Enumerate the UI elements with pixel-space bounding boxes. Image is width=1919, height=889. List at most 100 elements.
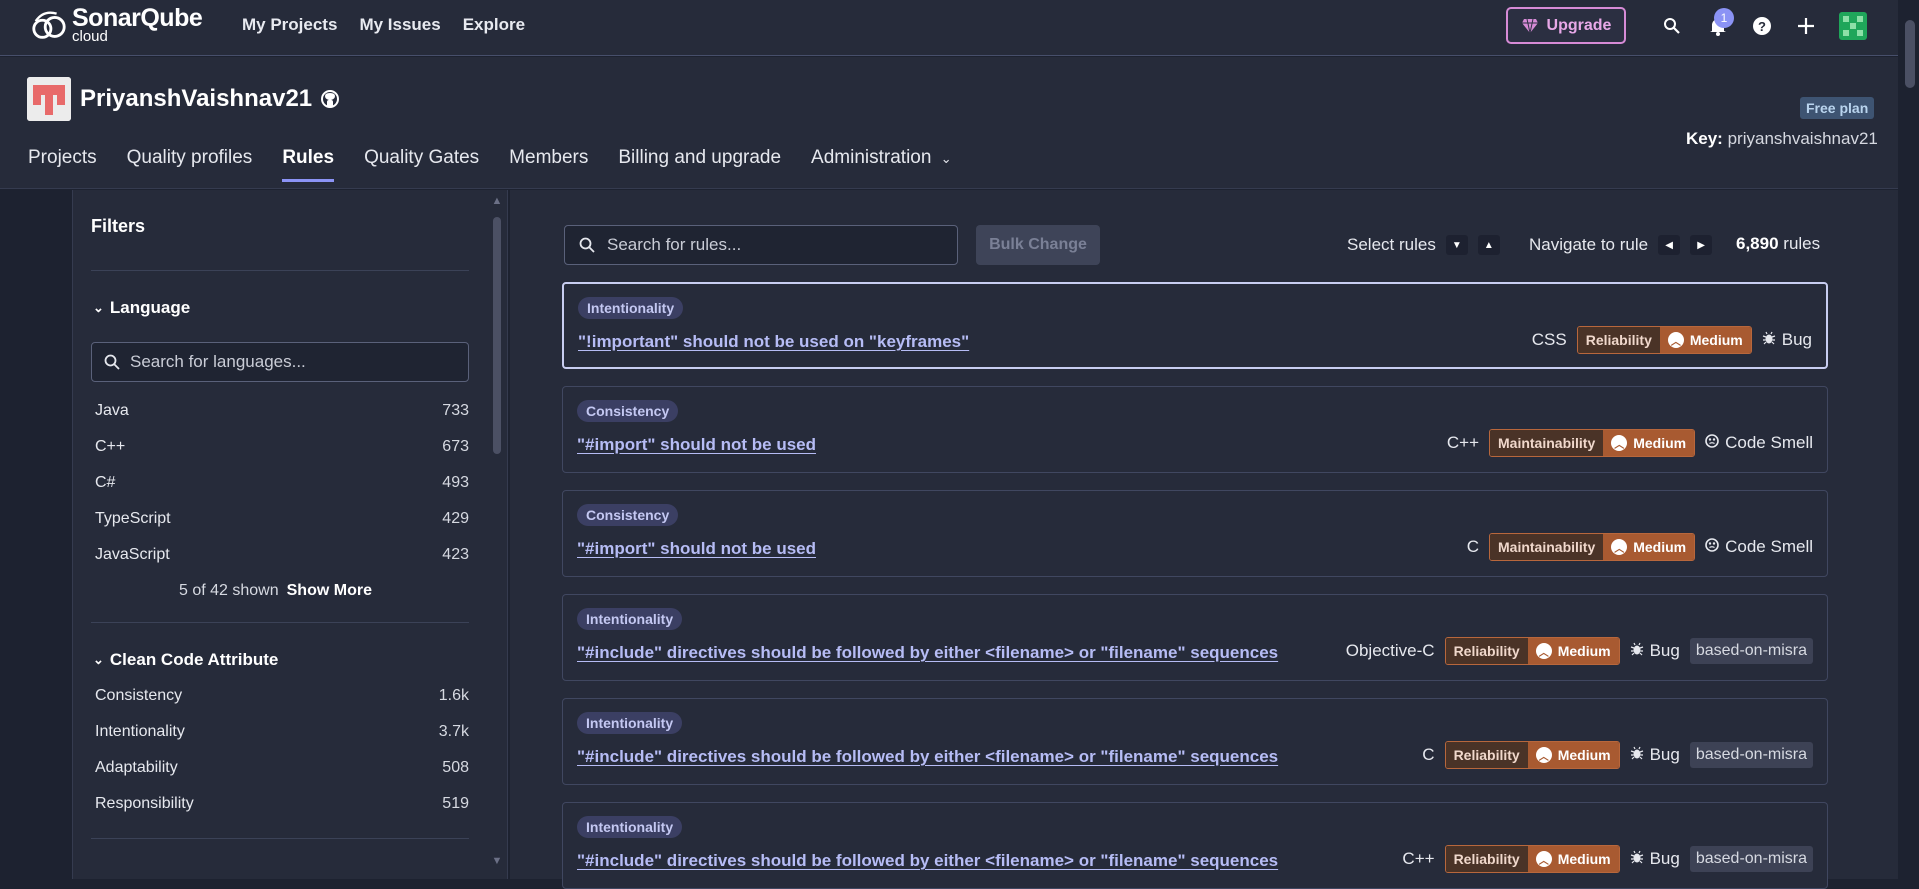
- facet-item-typescript[interactable]: TypeScript 429: [95, 510, 469, 528]
- scroll-down-icon[interactable]: ▼: [490, 855, 504, 867]
- organization-header: PriyanshVaishnav21 Free plan Key: priyan…: [0, 57, 1898, 189]
- tab-quality-profiles[interactable]: Quality profiles: [127, 147, 253, 181]
- rule-language: C: [1422, 745, 1435, 764]
- facet-item-adaptability[interactable]: Adaptability 508: [95, 759, 469, 777]
- software-quality: Reliability: [1577, 327, 1660, 353]
- severity-medium-icon: ︿: [1667, 332, 1684, 348]
- help-icon[interactable]: ?: [1750, 14, 1774, 38]
- page-scrollbar[interactable]: [1900, 0, 1919, 879]
- tab-members[interactable]: Members: [509, 147, 588, 181]
- tab-projects[interactable]: Projects: [28, 147, 97, 181]
- search-icon[interactable]: [1660, 14, 1684, 38]
- rule-title-link[interactable]: "#include" directives should be followed…: [577, 643, 1278, 663]
- sidebar-scroll-thumb[interactable]: [493, 217, 501, 454]
- nav-my-issues[interactable]: My Issues: [359, 15, 440, 35]
- severity: ︿ Medium: [1527, 742, 1619, 768]
- tab-administration[interactable]: Administration ⌄: [811, 147, 952, 181]
- language-search-input[interactable]: [130, 352, 450, 372]
- arrow-right-icon[interactable]: ▶: [1690, 235, 1713, 255]
- sonarqube-logo[interactable]: SonarQube cloud: [30, 6, 203, 44]
- severity-medium-icon: ︿: [1611, 539, 1628, 555]
- rule-title-link[interactable]: "!important" should not be used on "keyf…: [578, 332, 969, 352]
- facet-clean-code-toggle[interactable]: ⌄ Clean Code Attribute: [93, 650, 278, 670]
- arrow-down-icon[interactable]: ▼: [1445, 235, 1468, 255]
- facet-item-java[interactable]: Java 733: [95, 402, 469, 420]
- divider: [91, 622, 469, 623]
- rule-type: Bug: [1630, 745, 1680, 765]
- severity-medium-icon: ︿: [1611, 435, 1628, 451]
- software-quality: Reliability: [1445, 638, 1528, 664]
- facet-item-consistency[interactable]: Consistency 1.6k: [95, 687, 469, 705]
- impact-badge[interactable]: Reliability ︿ Medium: [1576, 326, 1752, 354]
- rule-card[interactable]: Intentionality "!important" should not be…: [562, 282, 1828, 369]
- svg-text:?: ?: [1758, 19, 1766, 34]
- tab-billing[interactable]: Billing and upgrade: [618, 147, 781, 181]
- search-icon: [104, 354, 120, 370]
- severity: ︿ Medium: [1527, 638, 1619, 664]
- rule-title-link[interactable]: "#include" directives should be followed…: [577, 747, 1278, 767]
- rules-list-panel: Bulk Change Select rules ▼ ▲ Navigate to…: [510, 190, 1898, 889]
- clean-code-attribute-tag: Intentionality: [577, 608, 683, 630]
- rule-language: C++: [1402, 849, 1435, 868]
- sonar-cloud-icon: [32, 11, 66, 39]
- language-search-box: [91, 342, 469, 382]
- facet-item-responsibility[interactable]: Responsibility 519: [95, 795, 469, 813]
- show-more-button[interactable]: Show More: [287, 582, 372, 599]
- rule-meta: Objective-C Reliability ︿ Medium Bug based-on…: [1346, 637, 1813, 665]
- github-icon[interactable]: [320, 89, 340, 109]
- org-tabs: Projects Quality profiles Rules Quality …: [28, 147, 952, 182]
- top-nav: My Projects My Issues Explore: [242, 15, 525, 35]
- facet-item-javascript[interactable]: JavaScript 423: [95, 546, 469, 564]
- upgrade-button[interactable]: Upgrade: [1506, 7, 1626, 44]
- rule-title-link[interactable]: "#import" should not be used: [577, 435, 816, 455]
- facet-item-intentionality[interactable]: Intentionality 3.7k: [95, 723, 469, 741]
- org-key: Key: priyanshvaishnav21: [1686, 129, 1878, 148]
- chevron-down-icon: ⌄: [940, 151, 952, 166]
- nav-explore[interactable]: Explore: [463, 15, 525, 35]
- rule-tag[interactable]: based-on-misra: [1689, 742, 1813, 768]
- search-icon: [579, 237, 595, 253]
- rule-card[interactable]: Consistency "#import" should not be used C…: [562, 386, 1828, 473]
- top-navbar: SonarQube cloud My Projects My Issues Ex…: [0, 0, 1898, 56]
- rule-title-link[interactable]: "#include" directives should be followed…: [577, 851, 1278, 871]
- severity-medium-icon: ︿: [1535, 643, 1552, 659]
- code-smell-icon: [1705, 537, 1719, 557]
- impact-badge[interactable]: Reliability ︿ Medium: [1444, 741, 1620, 769]
- impact-badge[interactable]: Reliability ︿ Medium: [1444, 845, 1620, 873]
- rule-meta: CSS Reliability ︿ Medium Bug: [1532, 326, 1812, 354]
- rule-card[interactable]: Intentionality "#include" directives shou…: [562, 698, 1828, 785]
- facet-item-cpp[interactable]: C++ 673: [95, 438, 469, 456]
- arrow-up-icon[interactable]: ▲: [1477, 235, 1500, 255]
- software-quality: Maintainability: [1490, 534, 1604, 560]
- rule-type: Code Smell: [1705, 433, 1813, 453]
- arrow-left-icon[interactable]: ◀: [1658, 235, 1681, 255]
- user-avatar[interactable]: [1839, 12, 1867, 40]
- sidebar-scrollbar[interactable]: ▲ ▼: [490, 195, 504, 870]
- rule-tag[interactable]: based-on-misra: [1689, 846, 1813, 872]
- rule-meta: C++ Maintainability ︿ Medium Code Smell: [1447, 429, 1813, 457]
- plus-icon[interactable]: [1794, 14, 1818, 38]
- chevron-down-icon: ⌄: [93, 300, 104, 315]
- bulk-change-button[interactable]: Bulk Change: [976, 225, 1100, 265]
- rule-card[interactable]: Intentionality "#include" directives shou…: [562, 802, 1828, 889]
- tab-quality-gates[interactable]: Quality Gates: [364, 147, 479, 181]
- rule-card[interactable]: Consistency "#import" should not be used C…: [562, 490, 1828, 577]
- nav-my-projects[interactable]: My Projects: [242, 15, 337, 35]
- impact-badge[interactable]: Maintainability ︿ Medium: [1489, 533, 1696, 561]
- software-quality: Reliability: [1445, 742, 1528, 768]
- rule-meta: C Maintainability ︿ Medium Code Smell: [1467, 533, 1813, 561]
- bug-icon: [1630, 641, 1644, 661]
- facet-item-csharp[interactable]: C# 493: [95, 474, 469, 492]
- page-scroll-thumb[interactable]: [1905, 20, 1915, 88]
- impact-badge[interactable]: Maintainability ︿ Medium: [1489, 429, 1696, 457]
- rule-type: Bug: [1630, 849, 1680, 869]
- rule-card[interactable]: Intentionality "#include" directives shou…: [562, 594, 1828, 681]
- rule-search-input[interactable]: [607, 235, 937, 255]
- tab-rules[interactable]: Rules: [282, 147, 334, 182]
- scroll-up-icon[interactable]: ▲: [490, 195, 504, 207]
- rule-tag[interactable]: based-on-misra: [1689, 638, 1813, 664]
- facet-language-toggle[interactable]: ⌄ Language: [93, 298, 190, 318]
- impact-badge[interactable]: Reliability ︿ Medium: [1444, 637, 1620, 665]
- filters-title: Filters: [91, 216, 146, 236]
- rule-title-link[interactable]: "#import" should not be used: [577, 539, 816, 559]
